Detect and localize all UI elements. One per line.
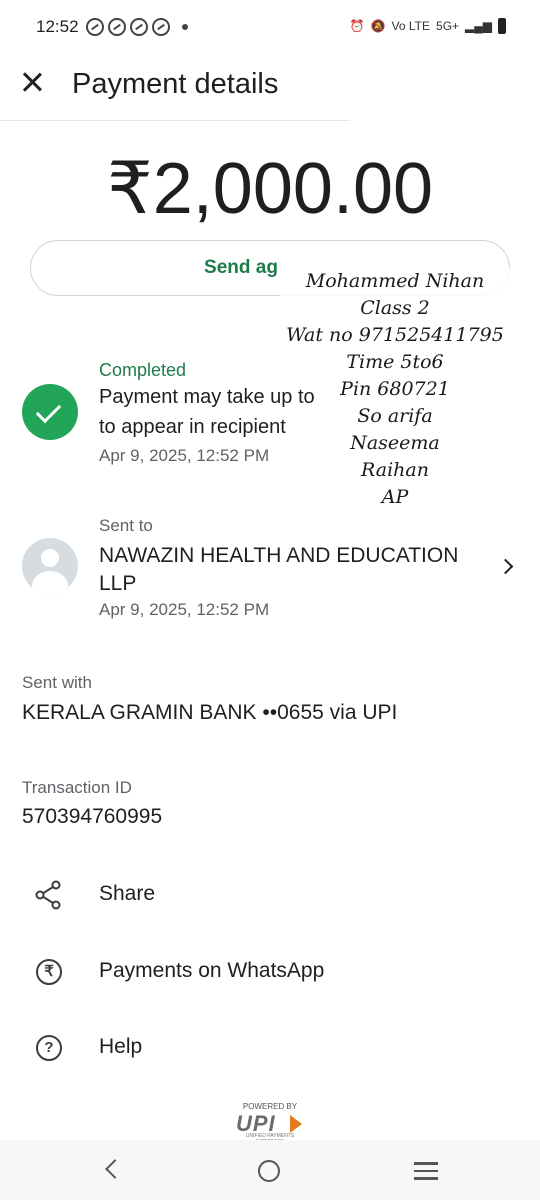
share-icon (34, 880, 64, 910)
signal-icon: ▂▄▆ (465, 19, 492, 33)
header-divider (0, 120, 350, 121)
bank-account: KERALA GRAMIN BANK ••0655 via UPI (22, 701, 398, 724)
page-title: Payment details (72, 68, 279, 100)
alarm-icon: ⏰ (349, 19, 365, 33)
share-label: Share (99, 882, 156, 905)
notification-icon (108, 18, 126, 36)
system-nav-bar (0, 1140, 540, 1200)
status-message: to appear in recipient (99, 416, 286, 438)
battery-icon (498, 18, 506, 34)
notification-icon (152, 18, 170, 36)
notification-icon (86, 18, 104, 36)
status-label: Completed (99, 360, 187, 380)
status-message: Payment may take up to (99, 386, 315, 408)
volte-label: Vo LTE (391, 19, 431, 33)
status-bar: 12:52 ⏰ 🔕 Vo LTE 5G+ ▂▄▆ (0, 0, 540, 56)
status-time: 12:52 (36, 17, 79, 36)
notification-icons (86, 18, 188, 36)
share-button[interactable]: Share (0, 866, 540, 922)
app-header: Payment details (0, 56, 540, 118)
recent-apps-icon[interactable] (414, 1162, 438, 1180)
more-notifications-dot-icon (182, 24, 188, 30)
upi-arrow-icon (290, 1115, 302, 1133)
note-line: Raihan (361, 459, 429, 481)
avatar (22, 538, 78, 594)
note-line: AP (381, 486, 409, 508)
back-icon[interactable] (105, 1159, 125, 1179)
status-date: Apr 9, 2025, 12:52 PM (99, 446, 270, 465)
upi-powered-by: POWERED BY (242, 1102, 298, 1111)
help-button[interactable]: ? Help (0, 1019, 540, 1075)
payments-on-whatsapp-button[interactable]: ₹ Payments on WhatsApp (0, 943, 540, 999)
chevron-right-icon[interactable] (497, 558, 514, 575)
close-icon[interactable] (16, 66, 48, 98)
note-line: Wat no 971525411795 (286, 324, 504, 346)
recipient-date: Apr 9, 2025, 12:52 PM (99, 600, 270, 619)
check-icon (22, 384, 78, 440)
note-line: Mohammed Nihan (305, 270, 485, 292)
note-line: Class 2 (360, 297, 430, 319)
upi-logo: POWERED BY UPI UNIFIED PAYMENTS INTERFAC… (232, 1102, 308, 1145)
help-label: Help (99, 1035, 143, 1058)
mute-icon: 🔕 (370, 19, 386, 33)
transaction-id-value: 570394760995 (22, 805, 163, 828)
sent-with-label: Sent with (22, 673, 92, 692)
transaction-id-label: Transaction ID (22, 778, 132, 797)
help-icon: ? (34, 1033, 64, 1063)
notification-icon (130, 18, 148, 36)
home-icon[interactable] (258, 1160, 280, 1182)
rupee-icon: ₹ (34, 957, 64, 987)
note-line: Naseema (350, 432, 440, 454)
network-label: 5G+ (436, 19, 460, 33)
system-icons: ⏰ 🔕 Vo LTE 5G+ ▂▄▆ (350, 18, 506, 34)
note-line: Time 5to6 (346, 351, 444, 373)
payment-amount: ₹2,000.00 (106, 149, 434, 229)
recipient-name[interactable]: NAWAZIN HEALTH AND EDUCATION LLP (99, 542, 494, 598)
sent-to-label: Sent to (99, 516, 153, 535)
payments-on-whatsapp-label: Payments on WhatsApp (99, 959, 325, 982)
